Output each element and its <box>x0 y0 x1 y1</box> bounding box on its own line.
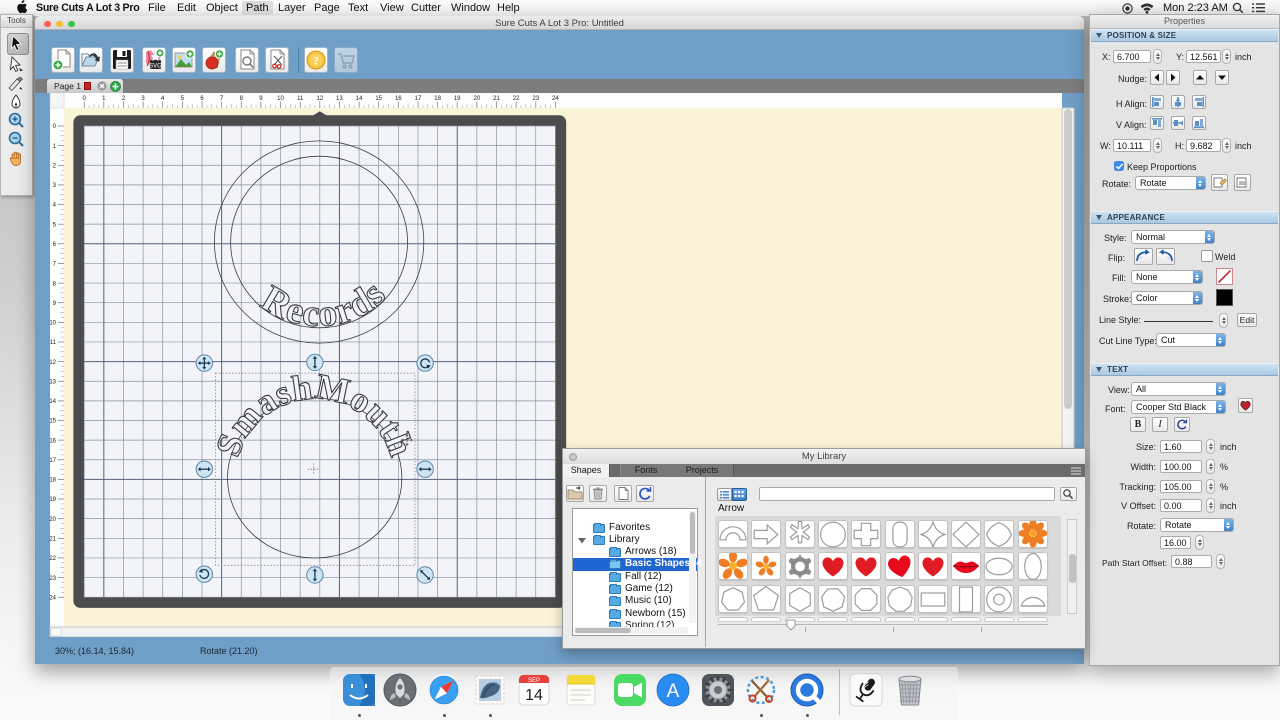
svg-text:SVG: SVG <box>149 64 162 70</box>
svg-text:23: 23 <box>532 96 539 102</box>
svg-text:10: 10 <box>49 321 56 327</box>
svg-text:19: 19 <box>49 497 56 503</box>
svg-text:14: 14 <box>49 399 56 405</box>
svg-text:21: 21 <box>493 96 500 102</box>
svg-text:15: 15 <box>375 96 382 102</box>
svg-text:A: A <box>667 681 680 702</box>
svg-text:17: 17 <box>415 96 422 102</box>
svg-text:12: 12 <box>49 360 56 366</box>
svg-text:22: 22 <box>49 556 56 562</box>
svg-text:18: 18 <box>49 478 56 484</box>
svg-text:13: 13 <box>336 96 343 102</box>
svg-text:23: 23 <box>49 576 56 582</box>
svg-text:18: 18 <box>434 96 441 102</box>
svg-text:15: 15 <box>49 419 56 425</box>
svg-text:14: 14 <box>356 96 363 102</box>
svg-text:16: 16 <box>395 96 402 102</box>
svg-text:?: ? <box>313 54 319 68</box>
svg-text:17: 17 <box>49 458 56 464</box>
svg-text:SEP: SEP <box>528 678 540 684</box>
svg-text:24: 24 <box>49 595 56 601</box>
svg-text:20: 20 <box>49 517 56 523</box>
svg-text:22: 22 <box>513 96 520 102</box>
svg-text:21: 21 <box>49 537 56 543</box>
svg-text:11: 11 <box>50 340 57 346</box>
svg-text:19: 19 <box>454 96 461 102</box>
svg-text:20: 20 <box>474 96 481 102</box>
svg-text:10: 10 <box>277 96 284 102</box>
svg-text:12: 12 <box>316 96 323 102</box>
svg-text:24: 24 <box>552 96 559 102</box>
svg-text:11: 11 <box>297 96 304 102</box>
svg-text:14: 14 <box>525 687 543 704</box>
svg-text:13: 13 <box>49 379 56 385</box>
svg-text:16: 16 <box>49 438 56 444</box>
